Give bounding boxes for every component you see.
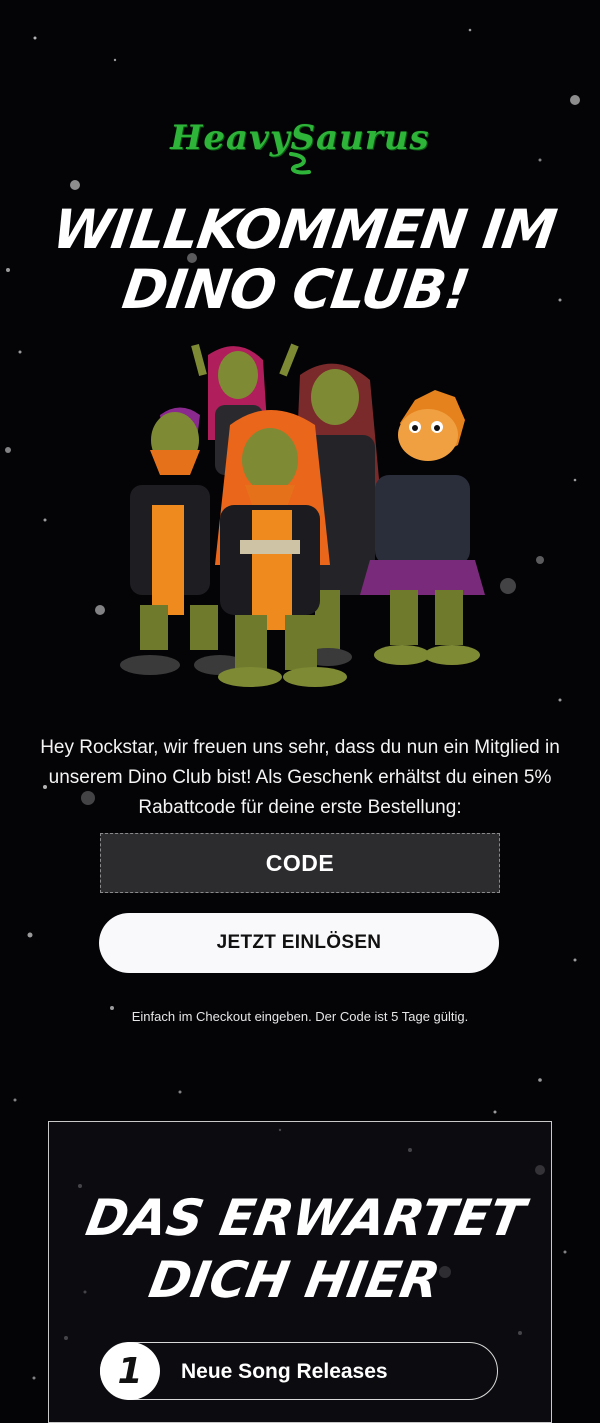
dino-band-image [120, 343, 485, 687]
features-title-line-1: Das erwartet [81, 1189, 530, 1247]
feature-item-new-releases: 1 Neue Song Releases [100, 1342, 498, 1400]
redeem-now-button[interactable]: JETZT EINLÖSEN [99, 913, 499, 973]
brand-logo-text: HeavySaurus [170, 118, 430, 158]
discount-code-box[interactable]: CODE [100, 833, 500, 893]
feature-label: Neue Song Releases [181, 1360, 388, 1383]
features-title-line-2: dich hier [144, 1251, 445, 1309]
dino-figure-5 [360, 390, 485, 665]
brand-logo[interactable]: HeavySaurus [0, 118, 600, 176]
headline-line-1: Willkommen im [48, 198, 560, 261]
email-page: HeavySaurus Willkommen im Dino Club! [0, 0, 600, 1423]
intro-text: Hey Rockstar, wir freuen uns sehr, dass … [40, 737, 560, 818]
features-title: Das erwartet dich hier [38, 1187, 562, 1311]
headline-line-2: Dino Club! [118, 258, 474, 321]
discount-code-text[interactable]: CODE [266, 850, 334, 877]
features-panel: Das erwartet dich hier 1 Neue Song Relea… [48, 1121, 552, 1423]
redeem-now-label: JETZT EINLÖSEN [216, 932, 382, 953]
checkout-note: Einfach im Checkout eingeben. Der Code i… [131, 1009, 469, 1024]
welcome-headline: Willkommen im Dino Club! [32, 198, 569, 321]
feature-number-badge: 1 [100, 1342, 160, 1400]
